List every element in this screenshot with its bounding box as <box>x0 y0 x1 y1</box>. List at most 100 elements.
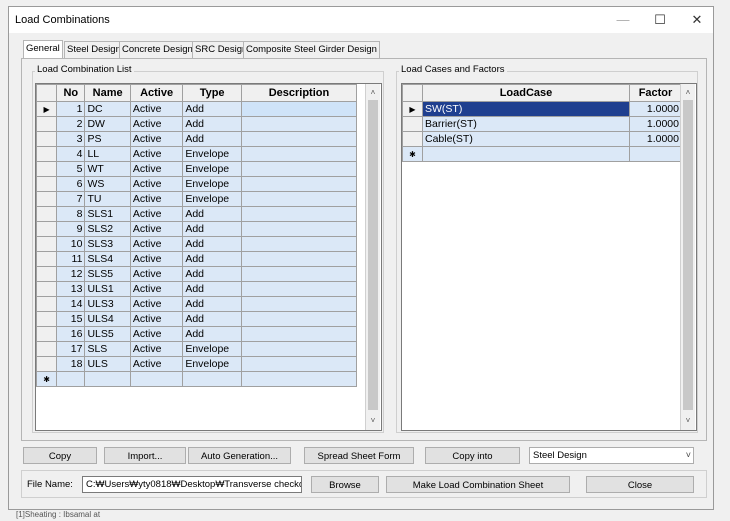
cell-description[interactable] <box>240 206 358 222</box>
cell-description[interactable] <box>240 236 358 252</box>
row-header[interactable] <box>402 131 423 147</box>
cell-factor[interactable]: 1.0000 <box>629 131 682 147</box>
combination-row[interactable]: 13 ULS1 Active Add <box>36 281 358 297</box>
new-row-icon[interactable]: ✱ <box>402 146 423 162</box>
cell-type[interactable]: Add <box>182 251 242 267</box>
auto-generation-button[interactable]: Auto Generation... <box>188 447 291 464</box>
cell-description[interactable] <box>240 116 358 132</box>
copy-into-button[interactable]: Copy into <box>425 447 520 464</box>
cell-name[interactable]: SLS5 <box>84 266 131 282</box>
cell-name[interactable]: LL <box>84 146 131 162</box>
maximize-icon[interactable]: ☐ <box>645 10 675 30</box>
cell-loadcase[interactable]: Barrier(ST) <box>422 116 630 132</box>
import-button[interactable]: Import... <box>104 447 186 464</box>
cell-description[interactable] <box>240 176 358 192</box>
combination-row[interactable]: 5 WT Active Envelope <box>36 161 358 177</box>
cell-active[interactable]: Active <box>129 326 184 342</box>
file-name-input[interactable]: C:₩Users₩yty0818₩Desktop₩Transverse chec… <box>82 476 302 493</box>
row-header[interactable] <box>36 356 58 372</box>
cell-type[interactable]: Envelope <box>182 356 242 372</box>
minimize-icon[interactable]: — <box>608 10 638 30</box>
cell-description[interactable] <box>240 161 358 177</box>
row-header[interactable] <box>36 131 58 147</box>
cell-active[interactable]: Active <box>129 236 184 252</box>
row-header[interactable] <box>36 266 58 282</box>
cell-no[interactable]: 8 <box>56 206 86 222</box>
new-combination-row[interactable]: ✱ <box>36 371 358 387</box>
row-header[interactable] <box>36 161 58 177</box>
cell-type[interactable]: Add <box>182 131 242 147</box>
current-row-icon[interactable]: ▶ <box>402 101 423 117</box>
cell-type[interactable]: Add <box>182 221 242 237</box>
cell-no[interactable]: 18 <box>56 356 86 372</box>
cell-type[interactable]: Add <box>182 281 242 297</box>
combination-row[interactable]: 8 SLS1 Active Add <box>36 206 358 222</box>
load-case-row[interactable]: ▶ SW(ST) 1.0000 <box>402 101 682 117</box>
new-row-cell[interactable] <box>240 371 358 387</box>
close-button[interactable]: Close <box>586 476 694 493</box>
cell-active[interactable]: Active <box>129 341 184 357</box>
close-icon[interactable]: ✕ <box>682 10 712 30</box>
cell-description[interactable] <box>240 311 358 327</box>
row-header[interactable] <box>36 191 58 207</box>
cell-type[interactable]: Add <box>182 236 242 252</box>
cell-description[interactable] <box>240 341 358 357</box>
cell-no[interactable]: 2 <box>56 116 86 132</box>
cell-name[interactable]: WS <box>84 176 131 192</box>
load-case-row[interactable]: Cable(ST) 1.0000 <box>402 131 682 147</box>
cell-type[interactable]: Envelope <box>182 176 242 192</box>
cell-active[interactable]: Active <box>129 221 184 237</box>
combination-row[interactable]: 18 ULS Active Envelope <box>36 356 358 372</box>
combination-row[interactable]: 2 DW Active Add <box>36 116 358 132</box>
cell-description[interactable] <box>240 131 358 147</box>
cell-name[interactable]: SLS3 <box>84 236 131 252</box>
cell-active[interactable]: Active <box>129 146 184 162</box>
cell-active[interactable]: Active <box>129 176 184 192</box>
cell-description[interactable] <box>240 146 358 162</box>
cell-active[interactable]: Active <box>129 101 184 117</box>
browse-button[interactable]: Browse <box>311 476 379 493</box>
new-row-icon[interactable]: ✱ <box>36 371 58 387</box>
row-header[interactable] <box>36 281 58 297</box>
make-load-combination-sheet-button[interactable]: Make Load Combination Sheet <box>386 476 570 493</box>
cell-active[interactable]: Active <box>129 131 184 147</box>
cell-type[interactable]: Add <box>182 311 242 327</box>
combination-row[interactable]: 10 SLS3 Active Add <box>36 236 358 252</box>
row-header[interactable] <box>36 176 58 192</box>
cell-active[interactable]: Active <box>129 116 184 132</box>
cell-active[interactable]: Active <box>129 206 184 222</box>
cell-active[interactable]: Active <box>129 161 184 177</box>
tab-general[interactable]: General <box>23 40 63 59</box>
new-row-cell[interactable] <box>182 371 242 387</box>
load-case-row[interactable]: Barrier(ST) 1.0000 <box>402 116 682 132</box>
cell-factor[interactable]: 1.0000 <box>629 101 682 117</box>
row-header[interactable] <box>36 206 58 222</box>
cell-type[interactable]: Envelope <box>182 161 242 177</box>
cell-active[interactable]: Active <box>129 266 184 282</box>
cell-no[interactable]: 10 <box>56 236 86 252</box>
column-header-no[interactable]: No <box>56 84 86 102</box>
cell-type[interactable]: Add <box>182 116 242 132</box>
cell-name[interactable]: ULS <box>84 356 131 372</box>
column-header-name[interactable]: Name <box>84 84 131 102</box>
scroll-thumb[interactable] <box>683 100 693 410</box>
cell-description[interactable] <box>240 281 358 297</box>
cell-name[interactable]: DC <box>84 101 131 117</box>
tab-composite-steel-girder-design[interactable]: Composite Steel Girder Design <box>243 41 380 58</box>
combination-row[interactable]: 17 SLS Active Envelope <box>36 341 358 357</box>
cell-no[interactable]: 7 <box>56 191 86 207</box>
cell-active[interactable]: Active <box>129 191 184 207</box>
row-header[interactable] <box>36 341 58 357</box>
tab-src-design[interactable]: SRC Design <box>192 41 251 58</box>
cell-no[interactable]: 13 <box>56 281 86 297</box>
cell-no[interactable]: 16 <box>56 326 86 342</box>
new-row-cell[interactable] <box>84 371 131 387</box>
cell-active[interactable]: Active <box>129 296 184 312</box>
cell-loadcase[interactable]: SW(ST) <box>422 101 630 117</box>
current-row-icon[interactable]: ▶ <box>36 101 58 117</box>
cell-description[interactable] <box>240 101 358 117</box>
cell-type[interactable]: Envelope <box>182 146 242 162</box>
cell-no[interactable]: 6 <box>56 176 86 192</box>
cell-no[interactable]: 3 <box>56 131 86 147</box>
cell-no[interactable]: 15 <box>56 311 86 327</box>
